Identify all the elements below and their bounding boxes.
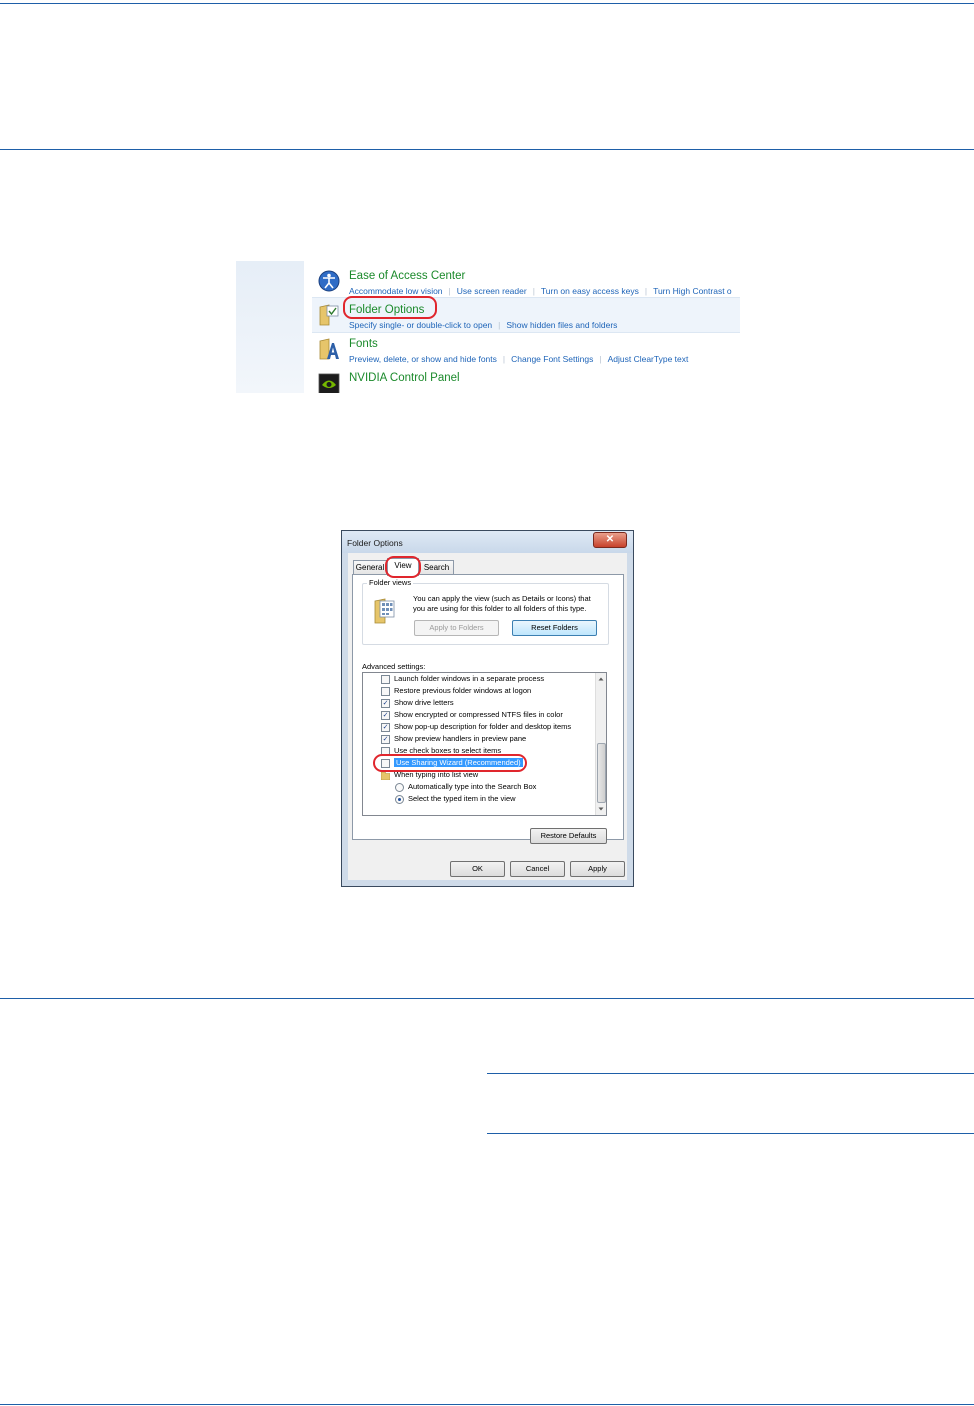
dialog-client: General View Search Folder views You can… (348, 553, 627, 880)
setting-label: Restore previous folder windows at logon (394, 686, 532, 695)
setting-row[interactable]: Restore previous folder windows at logon (381, 685, 531, 697)
scroll-thumb[interactable] (597, 743, 606, 803)
section-rule (0, 998, 974, 999)
control-panel-excerpt: Ease of Access Center Accommodate low vi… (236, 261, 740, 393)
folder-options-dialog: Folder Options ✕ General View Search Fol… (341, 530, 634, 887)
folder-views-icon (374, 598, 395, 624)
control-panel-side-pane (236, 261, 304, 393)
folder-views-description-2: you are using for this folder to all fol… (413, 604, 587, 613)
header-rule (0, 149, 974, 150)
checkbox-checked[interactable]: ✓ (381, 723, 390, 732)
advanced-settings-list[interactable]: Launch folder windows in a separate proc… (362, 672, 607, 816)
reset-folders-button[interactable]: Reset Folders (512, 620, 597, 636)
dialog-title: Folder Options (347, 538, 403, 548)
apply-button[interactable]: Apply (570, 861, 625, 877)
cp-item-title[interactable]: Fonts (349, 338, 378, 350)
setting-row[interactable]: ✓ Show drive letters (381, 697, 454, 709)
ease-of-access-icon (318, 270, 340, 292)
setting-label: Launch folder windows in a separate proc… (394, 674, 545, 683)
setting-row[interactable]: ✓ Show pop-up description for folder and… (381, 721, 571, 733)
setting-label: Show pop-up description for folder and d… (394, 722, 572, 731)
folder-options-highlight (343, 296, 437, 319)
link-show-hidden-files[interactable]: Show hidden files and folders (506, 320, 617, 330)
cp-item-title[interactable]: Ease of Access Center (349, 270, 465, 282)
dialog-titlebar[interactable]: Folder Options ✕ (342, 531, 633, 553)
cp-item-nvidia[interactable]: NVIDIA Control Panel (312, 366, 740, 393)
folder-options-icon (319, 304, 339, 326)
scroll-up-arrow-icon[interactable] (596, 674, 606, 684)
checkbox-checked[interactable]: ✓ (381, 699, 390, 708)
setting-row[interactable]: ✓ Show preview handlers in preview pane (381, 733, 526, 745)
bottom-rule (0, 1404, 974, 1405)
folder-views-label: Folder views (367, 578, 414, 587)
setting-label: Select the typed item in the view (408, 794, 516, 803)
apply-to-folders-button[interactable]: Apply to Folders (414, 620, 499, 636)
setting-row[interactable]: ✓ Show encrypted or compressed NTFS file… (381, 709, 563, 721)
cancel-button[interactable]: Cancel (510, 861, 565, 877)
radio-button-selected[interactable] (395, 795, 404, 804)
view-tab-panel: Folder views You can apply the view (suc… (352, 574, 624, 844)
link-turn-high-contrast[interactable]: Turn High Contrast o (653, 286, 732, 296)
setting-row[interactable]: Launch folder windows in a separate proc… (381, 673, 544, 685)
top-rule (0, 3, 974, 4)
fonts-icon (319, 338, 339, 360)
cp-item-links: Accommodate low vision | Use screen reader… (349, 286, 732, 296)
setting-row[interactable]: Automatically type into the Search Box (395, 781, 536, 793)
setting-label: Automatically type into the Search Box (408, 782, 537, 791)
checkbox[interactable] (381, 687, 390, 696)
setting-label: Show preview handlers in preview pane (394, 734, 527, 743)
cp-item-links: Preview, delete, or show and hide fonts |… (349, 354, 689, 364)
nvidia-icon (318, 373, 340, 393)
checkbox-checked[interactable]: ✓ (381, 711, 390, 720)
link-use-screen-reader[interactable]: Use screen reader (457, 286, 527, 296)
restore-defaults-button[interactable]: Restore Defaults (530, 828, 607, 844)
tab-general[interactable]: General (353, 560, 387, 575)
folder-icon (381, 771, 390, 780)
scroll-down-arrow-icon[interactable] (596, 804, 606, 814)
folder-views-description-1: You can apply the view (such as Details … (413, 594, 591, 603)
link-single-double-click[interactable]: Specify single- or double-click to open (349, 320, 492, 330)
checkbox[interactable] (381, 675, 390, 684)
cp-item-fonts[interactable]: Fonts Preview, delete, or show and hide … (312, 332, 740, 366)
setting-label: Show encrypted or compressed NTFS files … (394, 710, 563, 719)
setting-row[interactable]: Select the typed item in the view (395, 793, 516, 805)
link-preview-fonts[interactable]: Preview, delete, or show and hide fonts (349, 354, 497, 364)
settings-scrollbar[interactable] (595, 673, 606, 815)
radio-button[interactable] (395, 783, 404, 792)
close-button[interactable]: ✕ (593, 532, 627, 548)
setting-label: Show drive letters (394, 698, 454, 707)
link-change-font-settings[interactable]: Change Font Settings (511, 354, 593, 364)
view-tab-highlight (385, 556, 421, 578)
link-adjust-cleartype[interactable]: Adjust ClearType text (608, 354, 689, 364)
link-accommodate-low-vision[interactable]: Accommodate low vision (349, 286, 443, 296)
link-turn-on-easy-access-keys[interactable]: Turn on easy access keys (541, 286, 639, 296)
note-bottom-rule (487, 1133, 974, 1134)
cp-item-links: Specify single- or double-click to open |… (349, 320, 618, 330)
tab-search[interactable]: Search (419, 560, 454, 575)
ok-button[interactable]: OK (450, 861, 505, 877)
cp-item-title[interactable]: NVIDIA Control Panel (349, 372, 460, 384)
cp-item-ease-of-access[interactable]: Ease of Access Center Accommodate low vi… (312, 264, 740, 298)
sharing-wizard-highlight (373, 754, 527, 772)
note-top-rule (487, 1073, 974, 1074)
checkbox-checked[interactable]: ✓ (381, 735, 390, 744)
advanced-settings-label: Advanced settings: (362, 662, 426, 671)
